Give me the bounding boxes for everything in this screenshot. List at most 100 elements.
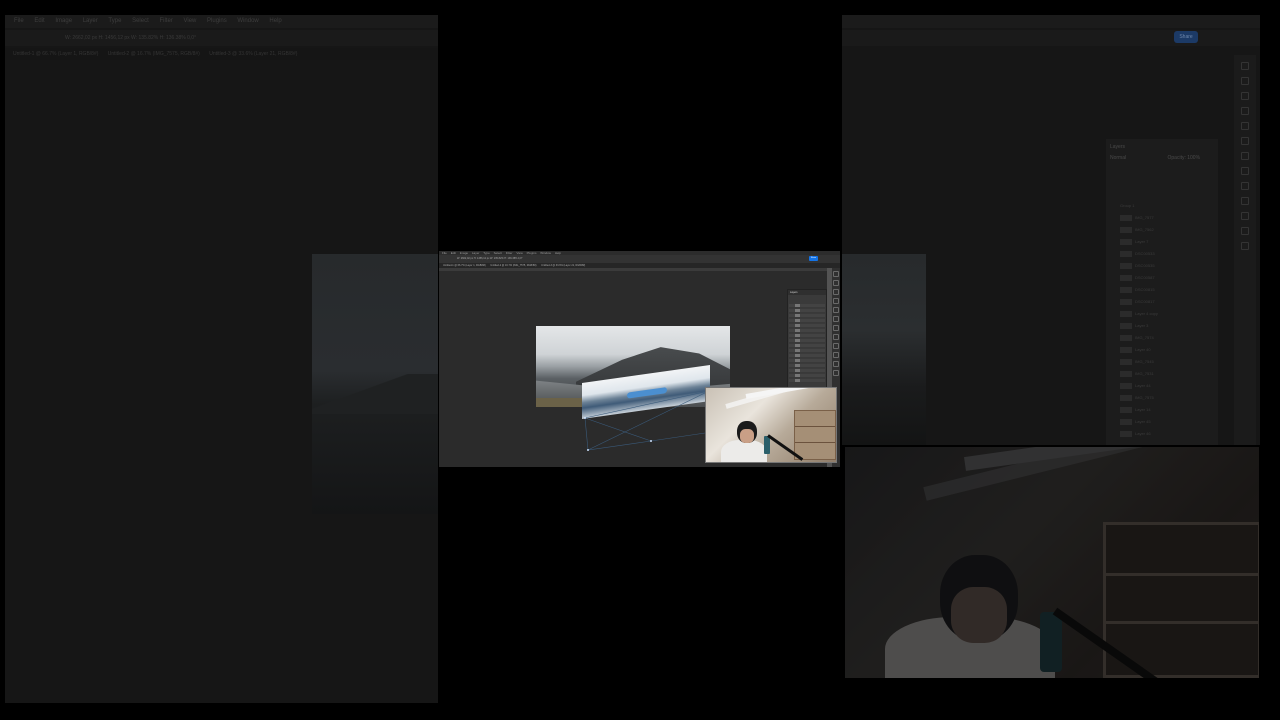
background-photoshop-right: Share Layers Normal Opacity: 100% Group … xyxy=(842,15,1260,445)
pen-tool-icon[interactable] xyxy=(833,343,839,349)
background-title-bar xyxy=(842,15,1260,28)
layer-name: Layer 4 copy xyxy=(1135,311,1158,316)
layer-row[interactable] xyxy=(789,379,825,383)
layer-name: Layer 46 xyxy=(1135,431,1151,436)
layer-name: Group 1 xyxy=(1120,203,1135,208)
crop-tool-icon[interactable] xyxy=(833,298,839,304)
brush-tool-icon[interactable] xyxy=(833,316,839,322)
layer-row[interactable] xyxy=(789,329,825,333)
menu-item: Select xyxy=(132,18,149,24)
pen-tool-icon xyxy=(1241,197,1249,205)
zoom-tool-icon xyxy=(1241,242,1249,250)
document-tab[interactable]: Untitled-1 @ 66.7% (Layer 1, RGB/8#) xyxy=(443,264,486,267)
marquee-tool-icon xyxy=(1241,77,1249,85)
lasso-tool-icon xyxy=(1241,92,1249,100)
menu-item: Image xyxy=(55,18,73,24)
menu-item: View xyxy=(183,18,197,24)
stamp-tool-icon[interactable] xyxy=(833,325,839,331)
layer-row: Layer 44 xyxy=(1106,381,1218,391)
document-tab[interactable]: Untitled-2 @ 16.7% (IMG_7575, RGB/8#) xyxy=(490,264,536,267)
transform-values: W: 2662,02 px H: 1456,12 px W: 135.82% H… xyxy=(65,35,197,41)
layer-name: IMG_7562 xyxy=(1135,227,1154,232)
layer-row: IMG_7575 xyxy=(1106,393,1218,403)
layer-row[interactable] xyxy=(789,369,825,373)
background-layers-panel: Layers Normal Opacity: 100% Group 1 IMG_… xyxy=(1106,139,1218,445)
menu-item: Help xyxy=(269,18,282,24)
document-tab: Untitled-3 @ 33.6% (Layer 21, RGB/8#) xyxy=(209,51,298,57)
layer-name: DSC00587 xyxy=(1135,275,1155,280)
layer-row: IMG_7577 xyxy=(1106,213,1218,223)
background-options-bar: W: 2662,02 px H: 1456,12 px W: 135.82% H… xyxy=(5,30,438,46)
layer-row: DSC00535 xyxy=(1106,261,1218,271)
type-tool-icon xyxy=(1241,212,1249,220)
layer-row: DSC00587 xyxy=(1106,273,1218,283)
layer-row[interactable] xyxy=(789,374,825,378)
layer-name: Layer 40 xyxy=(1135,347,1151,352)
person-body xyxy=(721,440,767,462)
move-tool-icon[interactable] xyxy=(833,271,839,277)
background-canvas-image-right xyxy=(842,254,926,445)
layer-row[interactable] xyxy=(789,344,825,348)
layer-row: DSC00815 xyxy=(1106,285,1218,295)
mountain-silhouette xyxy=(312,374,438,414)
layer-row: Layer 3 xyxy=(1106,321,1218,331)
marquee-tool-icon[interactable] xyxy=(833,280,839,286)
layer-row[interactable] xyxy=(789,364,825,368)
move-tool-icon xyxy=(1241,62,1249,70)
layer-row: Layer 40 xyxy=(1106,345,1218,355)
layer-row[interactable] xyxy=(789,309,825,313)
eyedropper-tool-icon[interactable] xyxy=(833,307,839,313)
warp-handle[interactable] xyxy=(587,449,589,451)
layer-row[interactable] xyxy=(789,349,825,353)
lasso-tool-icon[interactable] xyxy=(833,289,839,295)
layer-row[interactable] xyxy=(789,339,825,343)
brush-tool-icon xyxy=(1241,137,1249,145)
menu-item: Plugins xyxy=(207,18,227,24)
layer-row[interactable] xyxy=(789,304,825,308)
zoom-tool-icon[interactable] xyxy=(833,370,839,376)
layer-name: DSC00817 xyxy=(1135,299,1155,304)
layer-row[interactable] xyxy=(789,314,825,318)
document-tab: Untitled-2 @ 16.7% (IMG_7575, RGB/8#) xyxy=(107,51,200,57)
layer-row: DSC00533 xyxy=(1106,249,1218,259)
layer-row[interactable] xyxy=(789,359,825,363)
warp-handle[interactable] xyxy=(584,417,586,419)
layer-row: Layer 4 copy xyxy=(1106,309,1218,319)
layer-name: IMG_7577 xyxy=(1135,215,1154,220)
transform-values[interactable]: W: 2662,02 px H: 1456,12 px W: 135.82% H… xyxy=(457,257,523,260)
layer-name: DSC00535 xyxy=(1135,263,1155,268)
warp-edge xyxy=(584,390,710,419)
menu-item: Window xyxy=(237,18,259,24)
layers-panel: Layers xyxy=(787,289,827,389)
stamp-tool-icon xyxy=(1241,152,1249,160)
layers-panel-title: Layers xyxy=(1110,144,1126,150)
menu-item: File xyxy=(14,18,24,24)
layer-row[interactable] xyxy=(789,319,825,323)
eraser-tool-icon xyxy=(1241,167,1249,175)
warp-handle[interactable] xyxy=(650,440,652,442)
layer-row: IMG_7531 xyxy=(1106,369,1218,379)
layer-name: IMG_7545 xyxy=(1135,359,1154,364)
layer-row: Layer 45 xyxy=(1106,417,1218,427)
layer-name: DSC00533 xyxy=(1135,251,1155,256)
layer-row[interactable] xyxy=(789,334,825,338)
document-tab[interactable]: Untitled-3 @ 33.6% (Layer 21, RGB/8#) xyxy=(541,264,585,267)
hand-tool-icon[interactable] xyxy=(833,361,839,367)
layer-name: Layer 14 xyxy=(1135,407,1151,412)
menu-item: Layer xyxy=(82,18,98,24)
background-canvas-image xyxy=(312,254,438,514)
share-button[interactable]: Share xyxy=(809,256,818,261)
background-photoshop-left: File Edit Image Layer Type Select Filter… xyxy=(5,15,438,703)
gradient-tool-icon xyxy=(1241,182,1249,190)
eraser-tool-icon[interactable] xyxy=(833,334,839,340)
background-toolbar xyxy=(1234,55,1256,445)
layer-row: IMG_7574 xyxy=(1106,333,1218,343)
layer-row[interactable] xyxy=(789,354,825,358)
hand-tool-icon xyxy=(1241,227,1249,235)
menu-item: Filter xyxy=(159,18,173,24)
layer-row[interactable] xyxy=(789,324,825,328)
blend-mode: Normal xyxy=(1110,155,1127,161)
person-face xyxy=(740,429,754,443)
type-tool-icon[interactable] xyxy=(833,352,839,358)
layer-name: IMG_7575 xyxy=(1135,395,1154,400)
